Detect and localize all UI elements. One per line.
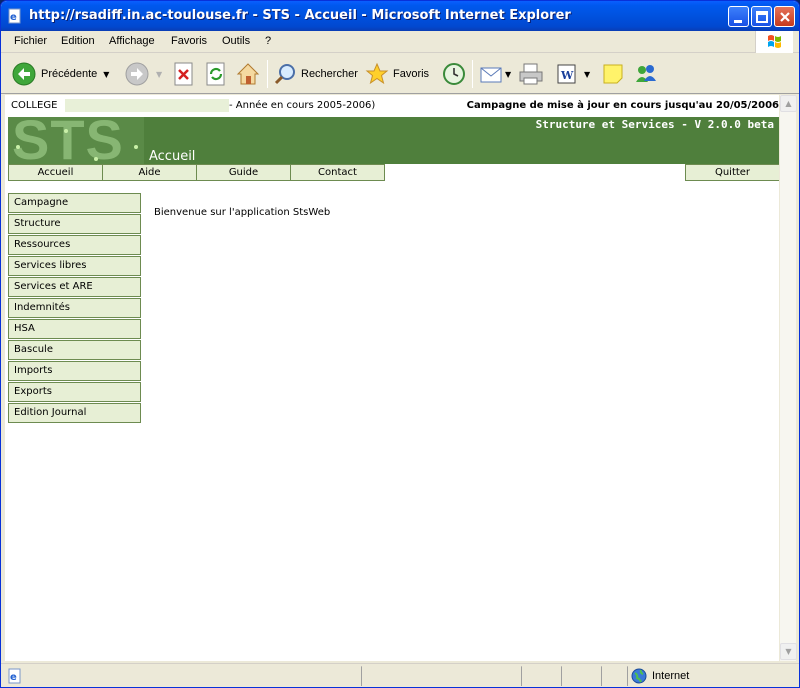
search-label: Rechercher — [301, 68, 358, 80]
page-title: Accueil — [149, 149, 196, 164]
college-name-field — [65, 99, 229, 112]
sticky-note-icon — [603, 64, 623, 84]
sts-logo: STS — [8, 117, 144, 164]
welcome-message: Bienvenue sur l'application StsWeb — [154, 207, 331, 218]
logo-text: STS — [12, 117, 124, 164]
star-icon — [365, 62, 389, 85]
svg-text:e: e — [10, 672, 17, 683]
search-button[interactable]: Rechercher — [273, 58, 358, 90]
history-icon — [443, 63, 465, 85]
close-button[interactable] — [774, 6, 795, 27]
edit-dropdown-icon[interactable]: ▼ — [584, 70, 590, 79]
printer-icon — [519, 63, 543, 85]
scroll-down-icon[interactable]: ▼ — [780, 643, 797, 660]
discuss-button[interactable] — [601, 58, 625, 90]
tab-contact[interactable]: Contact — [290, 164, 385, 181]
side-item-exports[interactable]: Exports — [8, 382, 141, 402]
messenger-icon — [636, 65, 656, 82]
menu-favoris[interactable]: Favoris — [171, 35, 207, 47]
side-item-services-libres[interactable]: Services libres — [8, 256, 141, 276]
window-title: http://rsadiff.in.ac-toulouse.fr - STS -… — [29, 8, 571, 23]
side-item-campagne[interactable]: Campagne — [8, 193, 141, 213]
back-label: Précédente — [41, 68, 98, 80]
favorites-label: Favoris — [393, 68, 430, 80]
home-icon — [236, 63, 260, 85]
page-viewport: COLLEGE - Année en cours 2005-2006) Camp… — [5, 95, 779, 661]
refresh-button[interactable] — [205, 58, 227, 90]
mail-button[interactable]: ▼ — [479, 58, 511, 90]
svg-text:e: e — [10, 12, 17, 23]
toolbar: Précédente ▼ ▼ Rechercher Favoris ▼ W ▼ — [1, 54, 799, 94]
vertical-scrollbar[interactable]: ▲ ▼ — [779, 95, 797, 661]
mail-icon — [480, 67, 502, 83]
security-zone: Internet — [631, 666, 689, 686]
scroll-up-icon[interactable]: ▲ — [780, 95, 797, 112]
app-banner: STS Structure et Services - V 2.0.0 beta… — [8, 117, 779, 164]
home-button[interactable] — [235, 58, 261, 90]
tab-accueil[interactable]: Accueil — [8, 164, 103, 181]
side-item-hsa[interactable]: HSA — [8, 319, 141, 339]
ie-page-icon: e — [8, 8, 21, 24]
side-item-imports[interactable]: Imports — [8, 361, 141, 381]
menu-bar: Fichier Edition Affichage Favoris Outils… — [1, 31, 799, 53]
menu-outils[interactable]: Outils — [222, 35, 250, 47]
minimize-button[interactable] — [728, 6, 749, 27]
side-item-structure[interactable]: Structure — [8, 214, 141, 234]
back-button[interactable]: Précédente ▼ — [11, 58, 109, 90]
menu-help[interactable]: ? — [265, 35, 271, 47]
ie-window: e http://rsadiff.in.ac-toulouse.fr - STS… — [0, 0, 800, 688]
favorites-button[interactable]: Favoris — [365, 58, 429, 90]
tab-guide[interactable]: Guide — [196, 164, 291, 181]
back-arrow-icon — [12, 62, 36, 86]
campaign-notice: Campagne de mise à jour en cours jusqu'a… — [466, 100, 779, 111]
school-year: - Année en cours 2005-2006) — [229, 100, 376, 111]
stop-button[interactable] — [173, 58, 195, 90]
side-item-ressources[interactable]: Ressources — [8, 235, 141, 255]
college-label: COLLEGE — [11, 100, 58, 111]
forward-dropdown-icon[interactable]: ▼ — [156, 70, 162, 79]
mail-dropdown-icon[interactable]: ▼ — [505, 70, 511, 79]
edit-button[interactable]: W ▼ — [556, 58, 590, 90]
refresh-icon — [206, 62, 225, 86]
quit-button[interactable]: Quitter — [685, 164, 779, 181]
title-bar[interactable]: e http://rsadiff.in.ac-toulouse.fr - STS… — [1, 1, 799, 31]
app-title: Structure et Services - V 2.0.0 beta — [535, 118, 774, 131]
word-icon: W — [557, 64, 576, 84]
maximize-button[interactable] — [751, 6, 772, 27]
info-row: COLLEGE - Année en cours 2005-2006) Camp… — [5, 95, 779, 117]
page-status-icon: e — [8, 668, 21, 684]
side-item-indemnites[interactable]: Indemnités — [8, 298, 141, 318]
menu-fichier[interactable]: Fichier — [14, 35, 47, 47]
windows-logo-icon — [755, 31, 793, 53]
globe-icon — [631, 668, 647, 684]
menu-edition[interactable]: Edition — [61, 35, 95, 47]
forward-button[interactable]: ▼ — [124, 58, 162, 90]
tab-aide[interactable]: Aide — [102, 164, 197, 181]
forward-arrow-icon — [125, 62, 149, 86]
svg-text:W: W — [560, 69, 574, 82]
stop-icon — [174, 62, 193, 86]
search-icon — [274, 64, 295, 85]
side-item-services-are[interactable]: Services et ARE — [8, 277, 141, 297]
menu-affichage[interactable]: Affichage — [109, 35, 155, 47]
side-item-edition-journal[interactable]: Edition Journal — [8, 403, 141, 423]
zone-label: Internet — [652, 670, 690, 682]
top-navigation: Accueil Aide Guide Contact Quitter — [8, 164, 779, 181]
status-bar: e Internet — [1, 663, 799, 687]
print-button[interactable] — [518, 58, 544, 90]
side-item-bascule[interactable]: Bascule — [8, 340, 141, 360]
back-dropdown-icon[interactable]: ▼ — [103, 70, 109, 79]
history-button[interactable] — [442, 58, 466, 90]
messenger-button[interactable] — [633, 58, 659, 90]
